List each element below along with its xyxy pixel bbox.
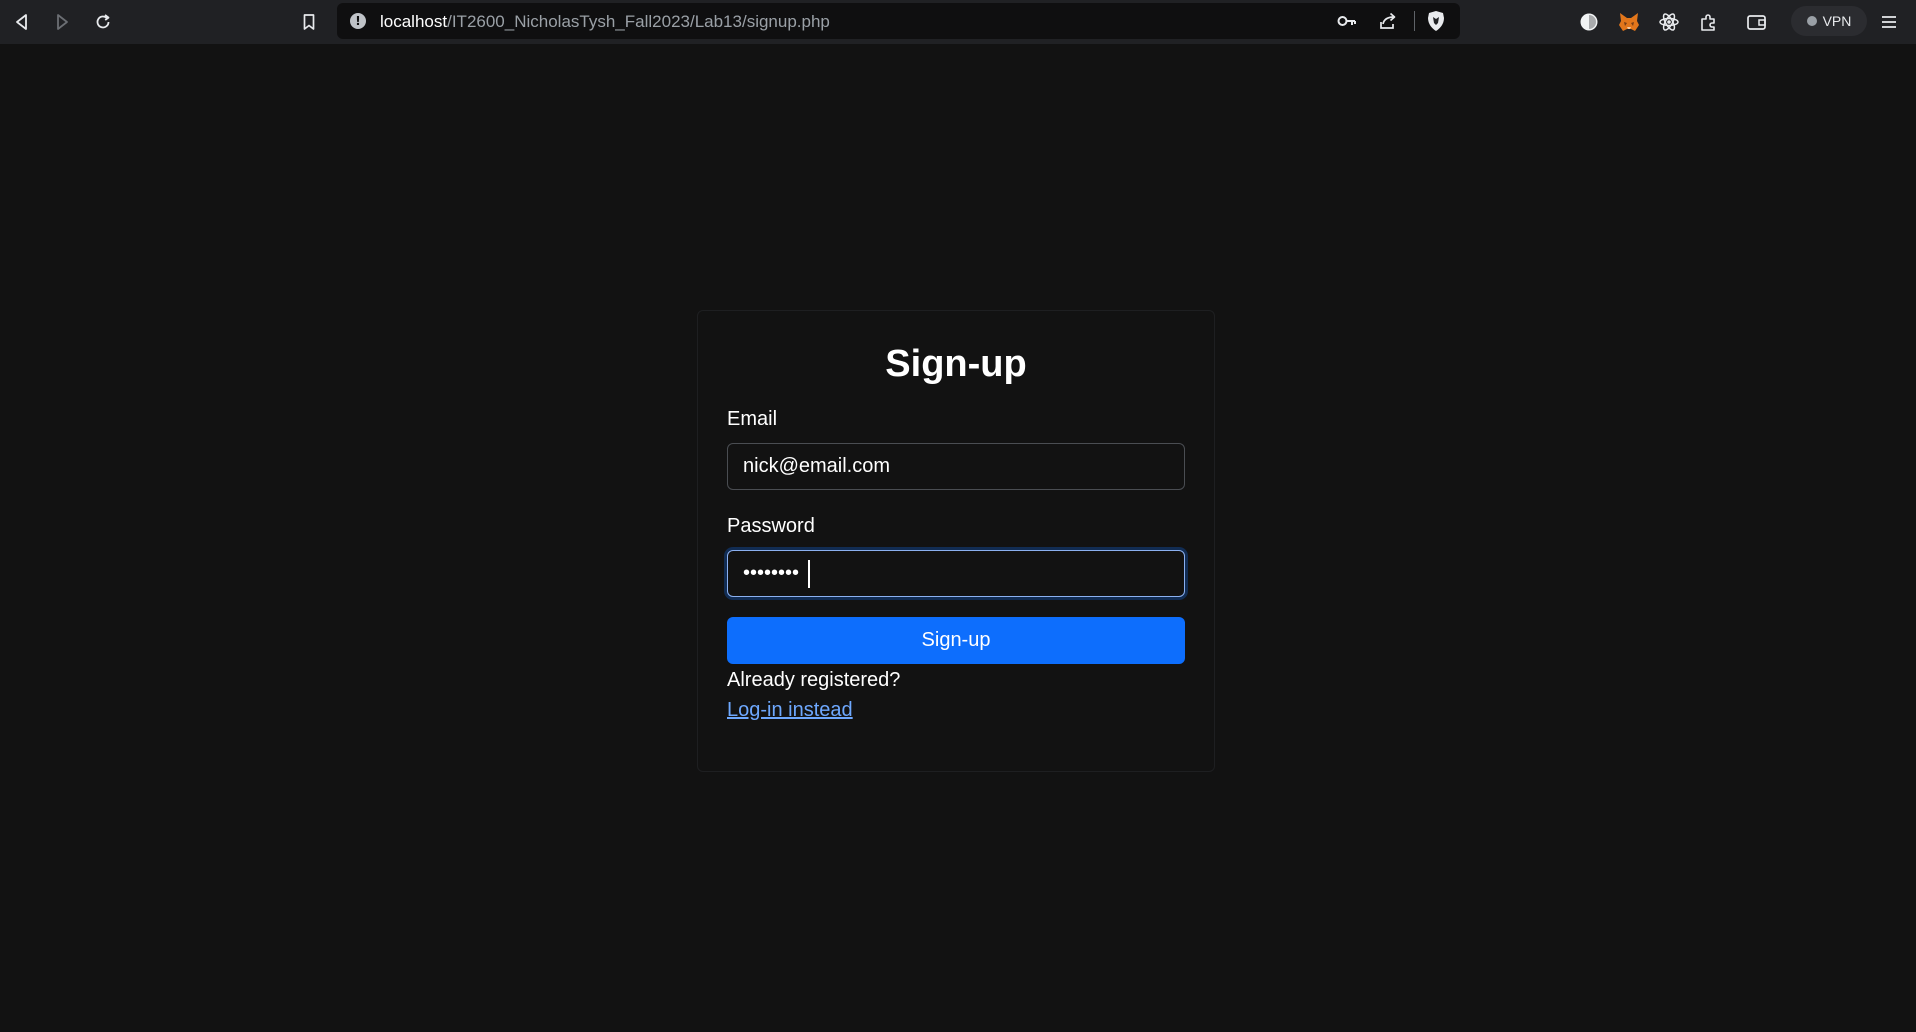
vpn-label: VPN — [1822, 13, 1852, 29]
menu-button[interactable] — [1873, 6, 1905, 38]
brave-shields-icon[interactable] — [1426, 10, 1446, 32]
login-link[interactable]: Log-in instead — [727, 698, 853, 722]
vpn-status-icon — [1806, 16, 1817, 26]
url-divider — [1414, 11, 1415, 31]
signup-card: Sign-up Email Password Sign-up Already r… — [697, 310, 1215, 772]
extensions-icon — [1701, 14, 1715, 31]
profile-button[interactable] — [1573, 6, 1605, 38]
share-icon[interactable] — [1378, 11, 1398, 31]
url-path: /IT2600_NicholasTysh_Fall2023/Lab13/sign… — [447, 12, 830, 31]
wallet-icon — [1747, 15, 1766, 30]
url-host: localhost — [380, 12, 448, 31]
signup-button[interactable]: Sign-up — [727, 617, 1185, 664]
forward-button[interactable] — [46, 6, 78, 38]
menu-icon — [1882, 16, 1896, 28]
react-devtools-button[interactable] — [1653, 6, 1685, 38]
wallet-button[interactable] — [1741, 6, 1773, 38]
bookmark-icon — [303, 14, 315, 30]
already-registered-text: Already registered? — [727, 669, 901, 691]
react-devtools-icon — [1659, 13, 1679, 31]
browser-toolbar: ! localhost/IT2600_NicholasTysh_Fall2023… — [0, 0, 1916, 44]
vpn-button[interactable]: VPN — [1791, 6, 1867, 36]
password-label: Password — [727, 515, 815, 537]
url-text[interactable]: localhost/IT2600_NicholasTysh_Fall2023/L… — [380, 12, 830, 32]
extensions-button[interactable] — [1693, 6, 1725, 38]
profile-icon — [1580, 13, 1598, 31]
email-input[interactable] — [727, 443, 1185, 490]
key-icon[interactable] — [1337, 12, 1357, 30]
page-title: Sign-up — [885, 343, 1027, 385]
email-label: Email — [727, 408, 778, 430]
forward-icon — [57, 14, 68, 30]
metamask-button[interactable] — [1613, 6, 1645, 38]
reload-button[interactable] — [87, 6, 119, 38]
site-info-icon[interactable]: ! — [350, 13, 366, 29]
password-input[interactable] — [727, 550, 1185, 597]
reload-icon — [96, 14, 110, 29]
back-icon — [16, 14, 27, 30]
back-button[interactable] — [6, 6, 38, 38]
metamask-icon — [1619, 13, 1639, 31]
address-bar[interactable]: ! localhost/IT2600_NicholasTysh_Fall2023… — [337, 3, 1460, 39]
text-caret — [808, 560, 810, 588]
bookmark-button[interactable] — [293, 6, 325, 38]
